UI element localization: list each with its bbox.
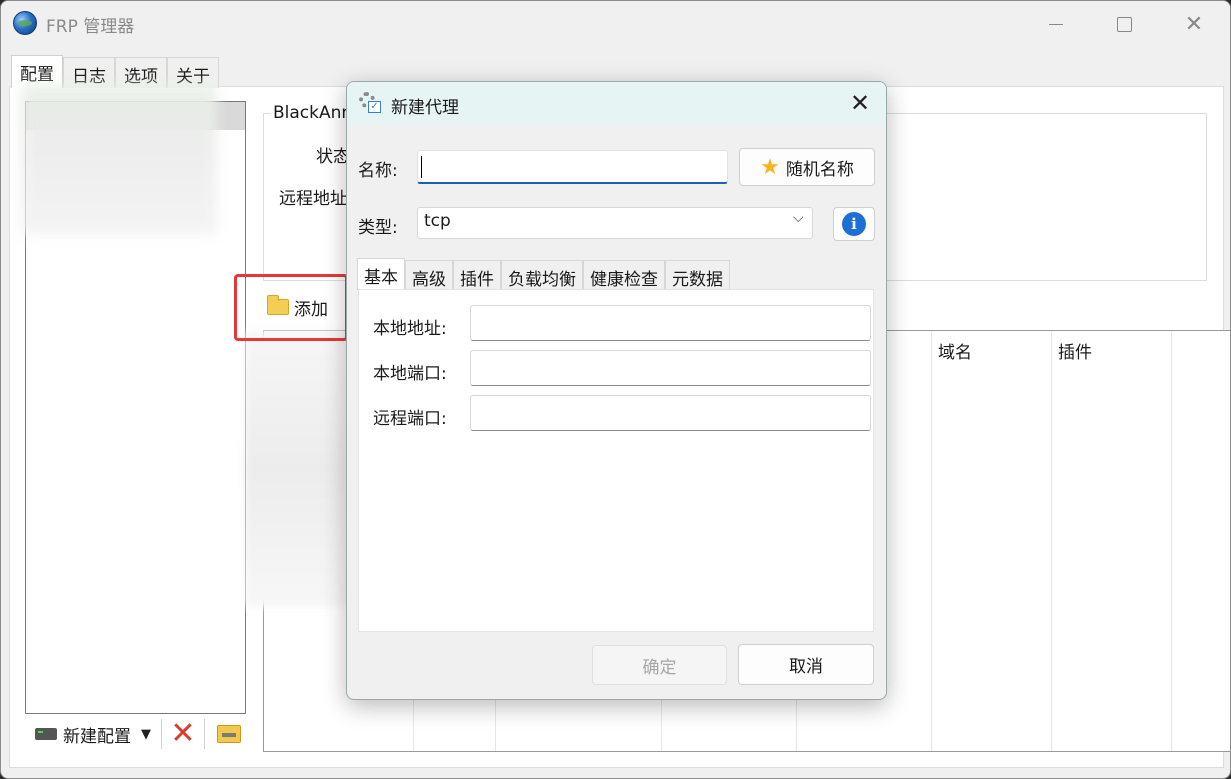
local-address-input[interactable] <box>470 305 871 341</box>
tab-options[interactable]: 选项 <box>115 57 167 88</box>
new-config-button[interactable]: 新建配置 ▼ <box>31 718 155 750</box>
dialog-title-bar: ✓ 新建代理 ✕ <box>347 82 886 125</box>
minimize-button[interactable] <box>1021 1 1091 47</box>
close-icon[interactable]: ✕ <box>845 88 875 118</box>
remote-address-label: 远程地址 <box>279 189 347 209</box>
config-group-title: BlackAnn <box>271 103 355 123</box>
type-label: 类型: <box>358 218 398 238</box>
tab-metadata[interactable]: 元数据 <box>665 260 730 290</box>
ok-button[interactable]: 确定 <box>592 645 727 685</box>
config-toolbar: 新建配置 ▼ ✕ <box>31 717 241 751</box>
dialog-tabs: 基本 高级 插件 负载均衡 健康检查 元数据 <box>357 258 730 290</box>
tab-about[interactable]: 关于 <box>167 57 219 88</box>
local-port-input[interactable] <box>470 350 871 386</box>
column-header-domain[interactable]: 域名 <box>938 338 972 363</box>
delete-icon[interactable]: ✕ <box>168 719 198 749</box>
main-tabs: 配置 日志 选项 关于 <box>11 55 219 88</box>
title-bar: FRP 管理器 ✕ <box>1 1 1230 47</box>
toolbar-divider <box>161 719 162 749</box>
local-address-label: 本地地址: <box>373 319 447 339</box>
new-proxy-dialog: ✓ 新建代理 ✕ 名称: ★ 随机名称 类型: tcp ⌵ i 基本 高级 插件… <box>346 81 887 700</box>
column-divider <box>1051 331 1052 751</box>
status-label: 状态 <box>316 147 350 167</box>
globe-icon <box>13 11 37 35</box>
column-header-plugin[interactable]: 插件 <box>1058 338 1092 363</box>
chevron-down-icon[interactable]: ⌵ <box>793 210 804 226</box>
column-divider <box>931 331 932 751</box>
highlight-box <box>234 274 348 341</box>
tab-health-check[interactable]: 健康检查 <box>583 260 665 290</box>
type-select[interactable]: tcp <box>417 207 813 239</box>
folder-zip-icon[interactable] <box>217 725 241 743</box>
chevron-down-icon[interactable]: ▼ <box>141 727 151 742</box>
tab-log[interactable]: 日志 <box>63 57 115 88</box>
drive-icon <box>35 728 57 740</box>
random-name-button[interactable]: ★ 随机名称 <box>739 148 875 186</box>
text-caret <box>421 156 422 178</box>
main-window: FRP 管理器 ✕ 配置 日志 选项 关于 新建配置 ▼ ✕ BlackAnn … <box>0 0 1231 779</box>
tab-basic[interactable]: 基本 <box>357 258 405 290</box>
info-button[interactable]: i <box>833 207 875 241</box>
cancel-button[interactable]: 取消 <box>738 644 874 685</box>
local-port-label: 本地端口: <box>373 364 447 384</box>
blurred-region <box>245 331 348 607</box>
info-icon: i <box>842 212 866 236</box>
random-name-label: 随机名称 <box>785 159 854 180</box>
settings-check-icon: ✓ <box>359 92 381 114</box>
name-input[interactable] <box>417 150 728 184</box>
check-icon: ✓ <box>368 101 381 113</box>
close-window-button[interactable]: ✕ <box>1159 1 1229 47</box>
star-icon: ★ <box>760 154 780 180</box>
tab-load-balance[interactable]: 负载均衡 <box>501 260 583 290</box>
toolbar-divider <box>204 719 205 749</box>
tab-advanced[interactable]: 高级 <box>405 260 453 290</box>
new-config-label: 新建配置 <box>63 726 131 747</box>
remote-port-input[interactable] <box>470 395 871 431</box>
name-label: 名称: <box>358 161 398 181</box>
basic-tab-page: 本地地址: 本地端口: 远程端口: <box>358 289 874 632</box>
blurred-region <box>21 85 217 235</box>
tab-plugins[interactable]: 插件 <box>453 260 501 290</box>
maximize-button[interactable] <box>1089 1 1159 47</box>
dialog-title: 新建代理 <box>391 98 459 118</box>
app-title: FRP 管理器 <box>46 17 135 37</box>
tab-config[interactable]: 配置 <box>11 55 63 88</box>
column-divider <box>1171 331 1172 751</box>
remote-port-label: 远程端口: <box>373 409 447 429</box>
